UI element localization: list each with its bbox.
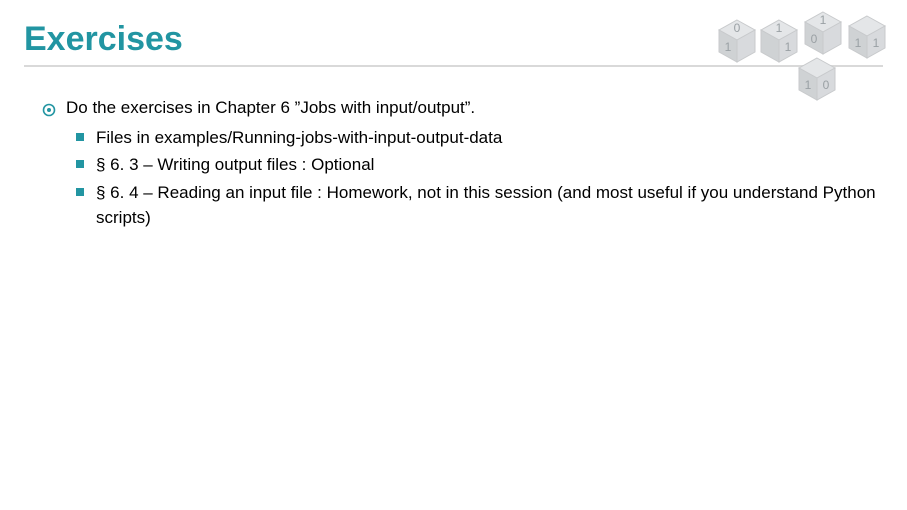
list-item-text: Do the exercises in Chapter 6 ”Jobs with… [66,95,475,121]
list-item: § 6. 3 – Writing output files : Optional [76,152,883,178]
svg-text:1: 1 [725,40,732,54]
slide-body: Do the exercises in Chapter 6 ”Jobs with… [24,95,883,231]
svg-text:1: 1 [785,40,792,54]
square-bullet-icon [76,188,84,196]
list-item-text: § 6. 4 – Reading an input file : Homewor… [96,180,883,231]
list-item: § 6. 4 – Reading an input file : Homewor… [76,180,883,231]
svg-text:0: 0 [811,32,818,46]
sub-list: Files in examples/Running-jobs-with-inpu… [76,125,883,231]
square-bullet-icon [76,133,84,141]
decorative-cubes: 0 1 1 1 1 0 [711,6,901,106]
list-item: Files in examples/Running-jobs-with-inpu… [76,125,883,151]
svg-text:1: 1 [873,36,880,50]
list-item-text: Files in examples/Running-jobs-with-inpu… [96,125,883,151]
svg-text:0: 0 [823,78,830,92]
target-bullet-icon [42,99,56,113]
svg-text:1: 1 [820,13,827,27]
svg-text:1: 1 [805,78,812,92]
list-item-text: § 6. 3 – Writing output files : Optional [96,152,883,178]
svg-text:0: 0 [734,21,741,35]
svg-text:1: 1 [776,21,783,35]
svg-text:1: 1 [855,36,862,50]
square-bullet-icon [76,160,84,168]
